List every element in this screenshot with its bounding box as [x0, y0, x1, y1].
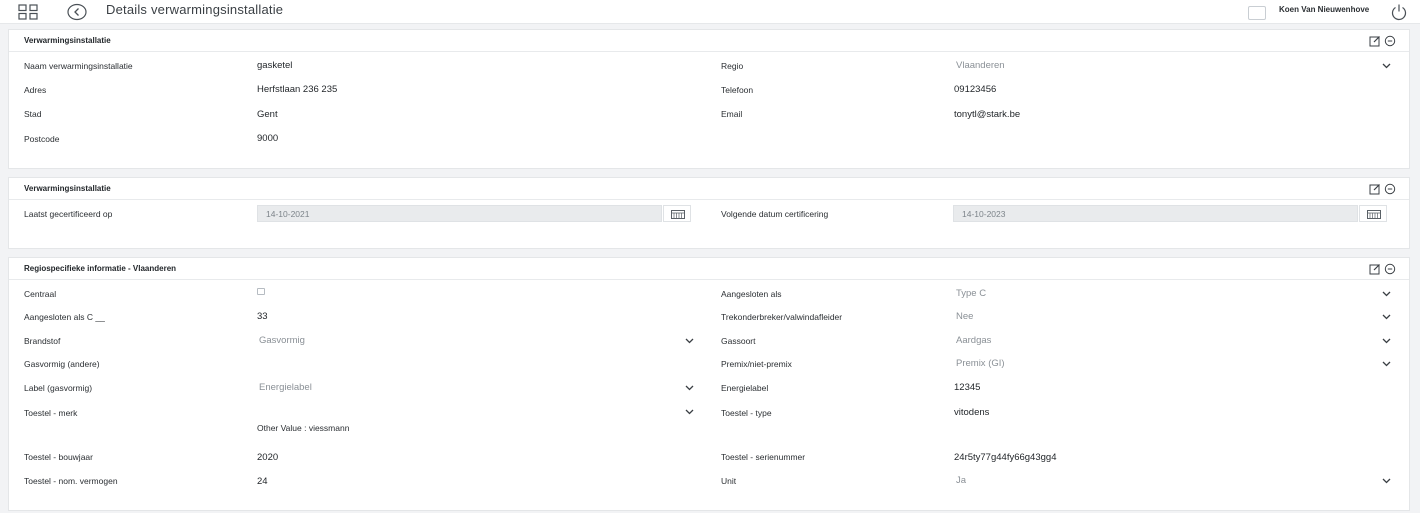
date-volgende-certificering[interactable]: 14-10-2023 — [953, 205, 1358, 222]
select-premix[interactable]: Premix (GI) — [956, 358, 1005, 369]
panel-regiospecifiek: Regiospecifieke informatie - Vlaanderen … — [8, 257, 1410, 511]
panel-actions — [1369, 183, 1396, 195]
panel-header: Regiospecifieke informatie - Vlaanderen — [9, 258, 1409, 280]
label-gassoort: Gassoort — [721, 336, 756, 346]
field-energielabel[interactable]: 12345 — [954, 382, 980, 393]
field-telefoon[interactable]: 09123456 — [954, 84, 996, 95]
panel-installatie: Verwarmingsinstallatie Naam verwarmingsi… — [8, 29, 1410, 169]
collapse-icon — [1384, 183, 1396, 195]
panel-header: Verwarmingsinstallatie — [9, 30, 1409, 52]
label-laatst-gecertificeerd: Laatst gecertificeerd op — [24, 209, 113, 219]
panel-title: Regiospecifieke informatie - Vlaanderen — [24, 264, 177, 273]
label-label-gasvormig: Label (gasvormig) — [24, 383, 93, 393]
chevron-down-icon[interactable] — [1382, 338, 1391, 344]
select-unit[interactable]: Ja — [956, 475, 966, 486]
edit-icon — [1369, 183, 1381, 195]
date-value: 14-10-2023 — [962, 209, 1006, 219]
checkbox-centraal[interactable] — [257, 288, 265, 295]
field-adres[interactable]: Herfstlaan 236 235 — [257, 84, 337, 95]
select-label-gasvormig[interactable]: Energielabel — [259, 382, 312, 393]
field-stad[interactable]: Gent — [257, 109, 278, 120]
select-gassoort[interactable]: Aardgas — [956, 335, 991, 346]
label-centraal: Centraal — [24, 289, 57, 299]
panel-certificering: Verwarmingsinstallatie Laatst gecertific… — [8, 177, 1410, 249]
label-energielabel: Energielabel — [721, 383, 769, 393]
label-toestel-merk: Toestel - merk — [24, 408, 78, 418]
chevron-down-icon[interactable] — [1382, 361, 1391, 367]
label-serienummer: Toestel - serienummer — [721, 452, 806, 462]
chevron-down-icon[interactable] — [1382, 478, 1391, 484]
label-aangesloten-c: Aangesloten als C __ — [24, 312, 105, 322]
panel-actions — [1369, 263, 1396, 275]
label-toestel-type: Toestel - type — [721, 408, 772, 418]
calendar-icon — [671, 210, 685, 219]
back-icon[interactable] — [67, 3, 87, 21]
user-avatar[interactable] — [1248, 6, 1266, 20]
field-serienummer[interactable]: 24r5ty77g44fy66g43gg4 — [954, 452, 1056, 463]
panel-actions — [1369, 35, 1396, 47]
field-aangesloten-c[interactable]: 33 — [257, 311, 268, 322]
chevron-down-icon[interactable] — [685, 338, 694, 344]
chevron-down-icon[interactable] — [1382, 314, 1391, 320]
page-title: Details verwarmingsinstallatie — [106, 2, 284, 17]
label-brandstof: Brandstof — [24, 336, 61, 346]
chevron-down-icon[interactable] — [1382, 63, 1391, 69]
label-naam: Naam verwarmingsinstallatie — [24, 61, 133, 71]
label-regio: Regio — [721, 61, 744, 71]
select-brandstof[interactable]: Gasvormig — [259, 335, 305, 346]
edit-icon — [1369, 263, 1381, 275]
edit-icon — [1369, 35, 1381, 47]
chevron-down-icon[interactable] — [1382, 291, 1391, 297]
calendar-icon — [1367, 210, 1381, 219]
label-aangesloten-als: Aangesloten als — [721, 289, 782, 299]
date-value: 14-10-2021 — [266, 209, 310, 219]
collapse-icon — [1384, 263, 1396, 275]
select-trekonderbreker[interactable]: Nee — [956, 311, 973, 322]
field-toestel-type[interactable]: vitodens — [954, 407, 989, 418]
grid-icon[interactable] — [18, 4, 38, 20]
toestel-merk-other-value: Other Value : viessmann — [257, 423, 350, 433]
collapse-icon — [1384, 35, 1396, 47]
label-volgende-datum: Volgende datum certificering — [721, 209, 829, 219]
panel-title: Verwarmingsinstallatie — [24, 36, 111, 45]
chevron-down-icon[interactable] — [685, 385, 694, 391]
user-name[interactable]: Koen Van Nieuwenhove — [1279, 5, 1369, 14]
chevron-down-icon[interactable] — [685, 409, 694, 415]
label-premix: Premix/niet-premix — [721, 359, 792, 369]
calendar-button[interactable] — [663, 205, 691, 222]
label-unit: Unit — [721, 476, 737, 486]
label-telefoon: Telefoon — [721, 85, 754, 95]
field-email[interactable]: tonytl@stark.be — [954, 109, 1020, 120]
label-adres: Adres — [24, 85, 47, 95]
field-naam[interactable]: gasketel — [257, 60, 292, 71]
field-postcode[interactable]: 9000 — [257, 133, 278, 144]
field-bouwjaar[interactable]: 2020 — [257, 452, 278, 463]
top-bar: Details verwarmingsinstallatie Koen Van … — [0, 0, 1420, 24]
label-bouwjaar: Toestel - bouwjaar — [24, 452, 93, 462]
label-vermogen: Toestel - nom. vermogen — [24, 476, 118, 486]
label-gasvormig-andere: Gasvormig (andere) — [24, 359, 100, 369]
label-stad: Stad — [24, 109, 42, 119]
date-laatst-gecertificeerd[interactable]: 14-10-2021 — [257, 205, 662, 222]
label-postcode: Postcode — [24, 134, 60, 144]
select-regio[interactable]: Vlaanderen — [956, 60, 1005, 71]
panel-title: Verwarmingsinstallatie — [24, 184, 111, 193]
label-email: Email — [721, 109, 743, 119]
label-trekonderbreker: Trekonderbreker/valwindafleider — [721, 312, 843, 322]
panel-header: Verwarmingsinstallatie — [9, 178, 1409, 200]
calendar-button[interactable] — [1359, 205, 1387, 222]
select-aangesloten-als[interactable]: Type C — [956, 288, 986, 299]
field-vermogen[interactable]: 24 — [257, 476, 268, 487]
power-icon[interactable] — [1390, 3, 1408, 21]
